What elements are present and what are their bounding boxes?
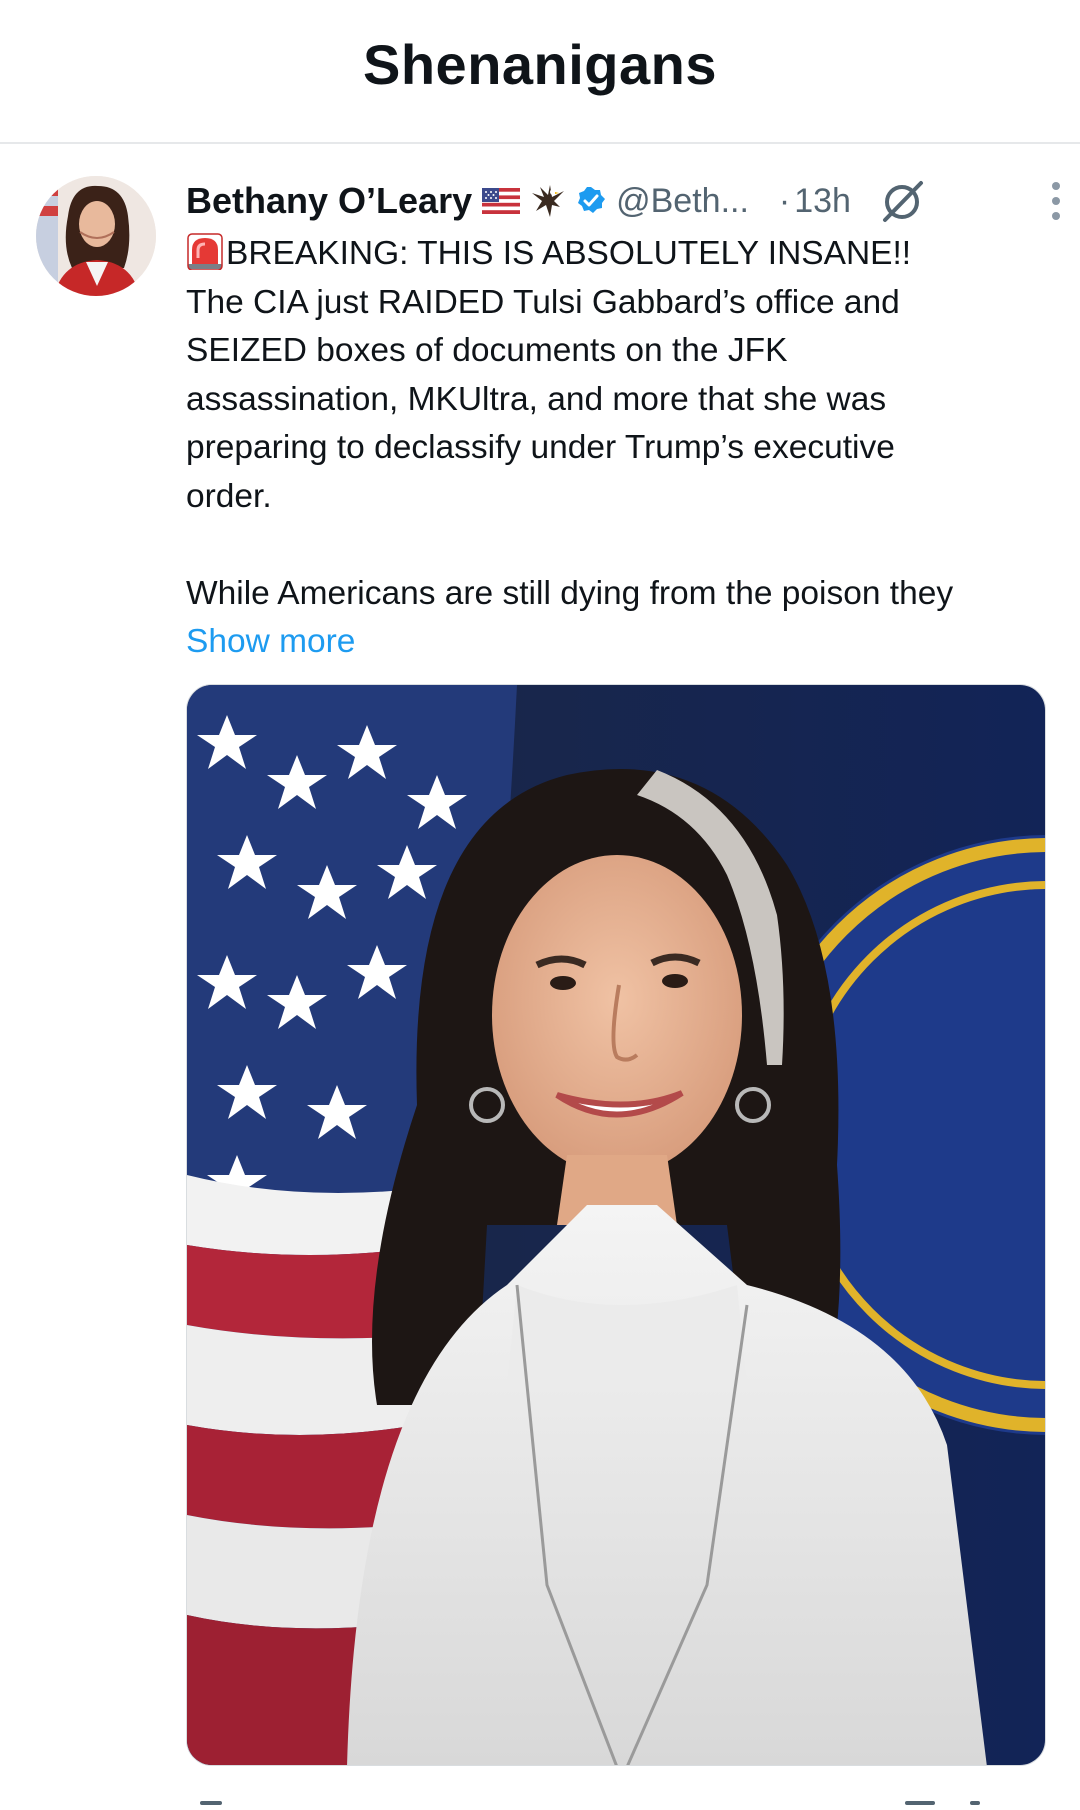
text-line-4: preparing to declassify under Trump’s ex… (186, 429, 895, 466)
text-line-2: SEIZED boxes of documents on the JFK (186, 332, 788, 369)
top-bar: Shenanigans (0, 0, 1080, 144)
tweet-image[interactable] (186, 684, 1046, 1766)
show-more-link[interactable]: Show more (186, 618, 1046, 667)
avatar[interactable] (36, 176, 156, 296)
text-line-1: The CIA just RAIDED Tulsi Gabbard’s offi… (186, 283, 900, 321)
tweet-content: Bethany O’Leary @Beth... · 13h BREAKING:… (186, 172, 1060, 667)
verified-badge-icon (576, 186, 606, 216)
tweet[interactable]: Bethany O’Leary @Beth... · 13h BREAKING:… (0, 146, 1080, 1805)
page-title: Shenanigans (362, 32, 718, 96)
tweet-text: BREAKING: THIS IS ABSOLUTELY INSANE!! Th… (186, 230, 1046, 618)
meta-separator: · (778, 181, 791, 220)
tweet-timestamp[interactable]: 13h (794, 182, 851, 221)
tweet-header: Bethany O’Leary @Beth... · 13h (186, 172, 1060, 230)
action-bar-partial (0, 1792, 1080, 1805)
text-line-0: BREAKING: THIS IS ABSOLUTELY INSANE!! (226, 235, 912, 272)
author-name[interactable]: Bethany O’Leary (186, 180, 472, 222)
siren-icon (186, 232, 224, 271)
text-line-5: order. (186, 477, 272, 515)
text-line-6: While Americans are still dying from the… (186, 574, 954, 612)
text-line: BREAKING: THIS IS ABSOLUTELY INSANE!! (186, 230, 1046, 279)
text-line-3: assassination, MKUltra, and more that sh… (186, 380, 887, 418)
more-vertical-icon[interactable] (1046, 180, 1066, 222)
grok-icon[interactable] (879, 177, 927, 225)
author-handle[interactable]: @Beth... (616, 182, 749, 221)
eagle-icon (530, 183, 566, 219)
flag-us-icon (482, 188, 521, 214)
